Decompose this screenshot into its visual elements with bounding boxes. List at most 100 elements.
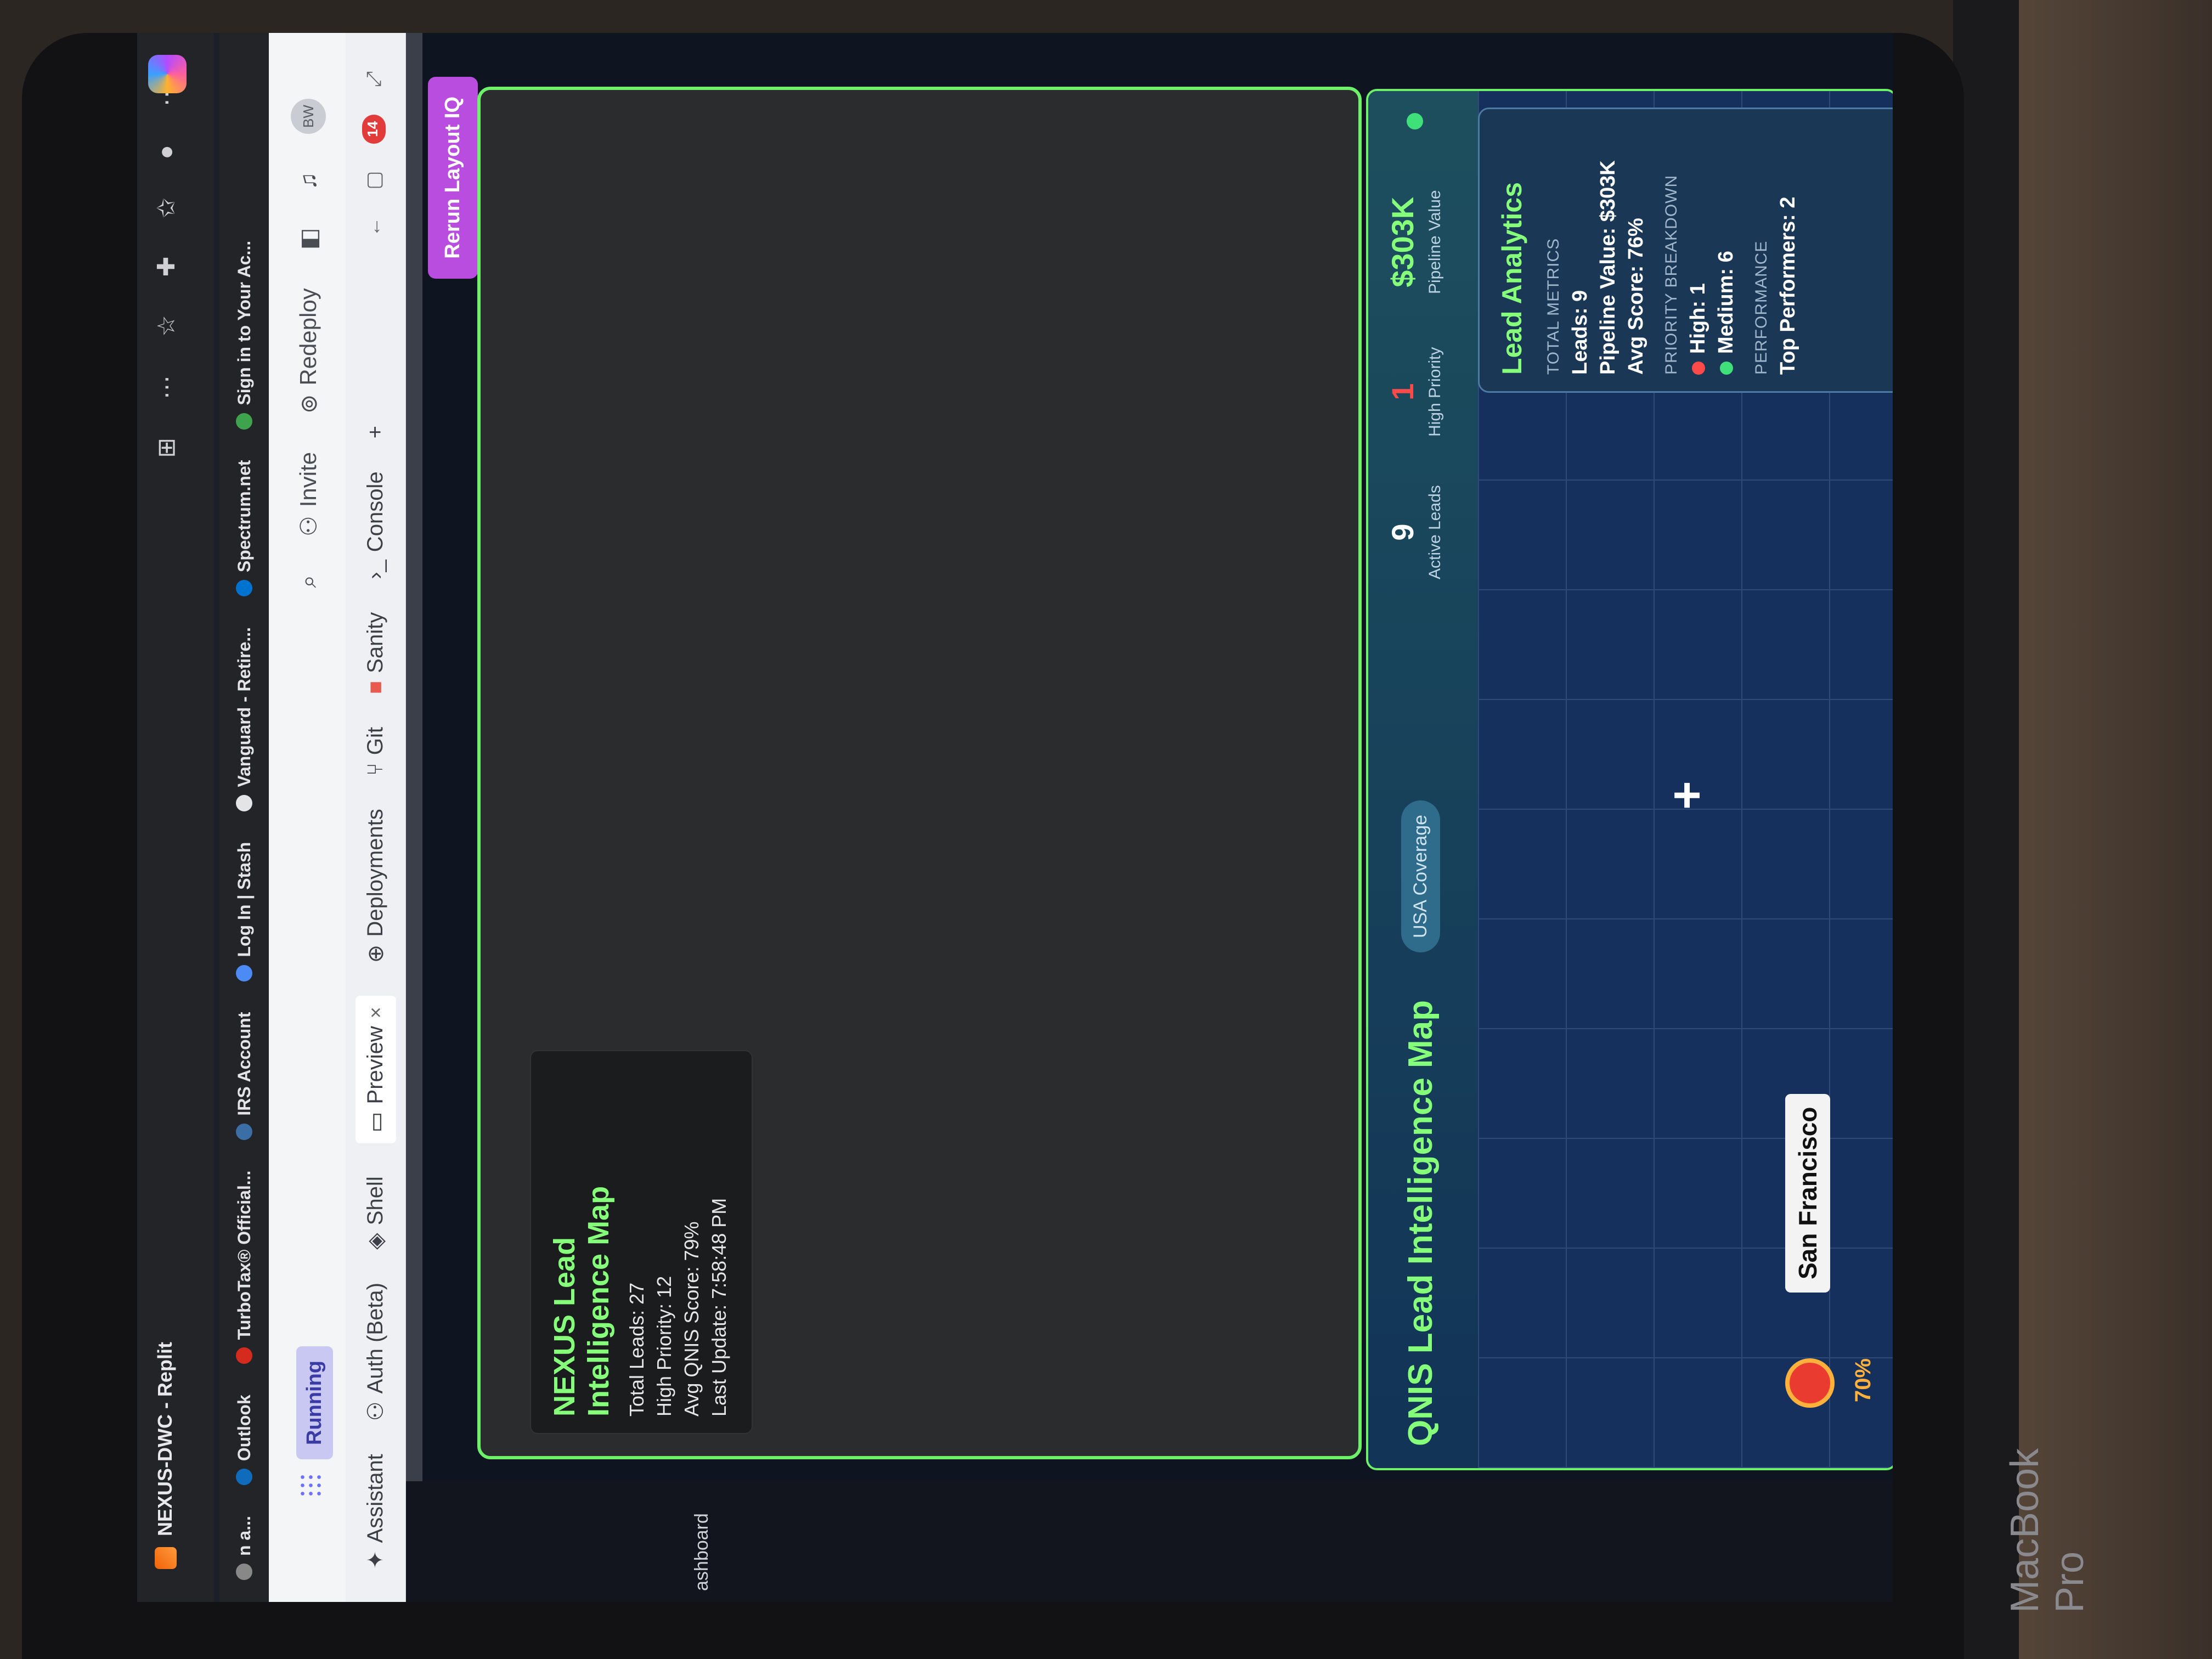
notification-badge[interactable]: 14 <box>362 114 386 144</box>
redeploy-button[interactable]: ⊚ Redeploy <box>295 288 322 414</box>
bookmark-item[interactable]: Sign in to Your Ac... <box>234 241 255 430</box>
shell-icon: ◈ <box>363 1233 388 1250</box>
bookmark-item[interactable]: Outlook <box>234 1395 255 1486</box>
high-dot-icon <box>1691 362 1705 375</box>
deploy-icon: ⊚ <box>295 394 321 414</box>
outlook-icon <box>236 1469 252 1486</box>
tab-label: Auth (Beta) <box>363 1283 387 1394</box>
analytics-title: Lead Analytics <box>1497 182 1527 375</box>
preview-controls: ← ▢ 14 ⤢ <box>362 71 386 237</box>
sparkle-icon: ✦ <box>363 1550 388 1569</box>
extensions-icon[interactable]: ✚ <box>153 256 180 276</box>
sidebar-label: ashboard <box>691 1513 712 1591</box>
replit-header: Running ⌕ ⚇ Invite ⊚ Redeploy ◧ ♫ BW <box>269 33 346 1602</box>
priority-medium: Medium: 6 <box>1714 126 1738 375</box>
new-tab-button[interactable]: + <box>363 426 388 438</box>
invite-button[interactable]: ⚇ Invite <box>295 452 322 537</box>
sanity-icon: ■ <box>363 680 387 695</box>
live-status-dot <box>1407 113 1423 129</box>
metric-avg: Avg Score: 76% <box>1624 218 1647 375</box>
stat-high-priority: 1 High Priority <box>1385 347 1444 437</box>
globe-icon: ⊕ <box>363 944 388 963</box>
tab-title[interactable]: NEXUS-DWC - Replit <box>154 1342 177 1536</box>
browser-tab-bar: NEXUS-DWC - Replit ⊞ ⋯ ☆ ✚ ✩ ● ⋯ <box>137 33 214 1602</box>
lead-analytics-panel: Lead Analytics TOTAL METRICS Leads: 9 Pi… <box>1478 108 1893 393</box>
coverage-badge[interactable]: USA Coverage <box>1401 800 1440 952</box>
marker-label: San Francisco <box>1785 1093 1830 1293</box>
bookmark-label: TurboTax® Official... <box>234 1170 254 1340</box>
rerun-layout-button[interactable]: Rerun Layout IQ <box>428 77 478 279</box>
git-icon: ⑂ <box>363 763 387 776</box>
more-icon[interactable]: ⋯ <box>153 375 180 399</box>
tab-sanity[interactable]: ■ Sanity <box>363 612 388 694</box>
bookmark-item[interactable]: n a... <box>234 1516 255 1580</box>
stat-label: Pipeline Value <box>1426 190 1444 294</box>
bookmark-label: Log In | Stash <box>234 842 254 957</box>
bookmark-item[interactable]: Spectrum.net <box>234 460 255 597</box>
bookmark-item[interactable]: Vanguard - Retire... <box>234 627 255 811</box>
tab-deployments[interactable]: ⊕ Deployments <box>363 809 388 963</box>
copilot-icon[interactable] <box>148 55 187 93</box>
metric-leads: Leads: 9 <box>1568 290 1592 375</box>
map-info-box: NEXUS Lead Intelligence Map Total Leads:… <box>530 1050 753 1434</box>
bookmarks-bar: n a... Outlook TurboTax® Official... IRS… <box>219 33 269 1602</box>
user-icon: ⚇ <box>363 1401 388 1421</box>
bookmark-label: n a... <box>234 1516 254 1556</box>
scrollbar[interactable] <box>406 33 422 1602</box>
bookmark-item[interactable]: TurboTax® Official... <box>234 1171 255 1364</box>
globe-icon <box>236 794 252 811</box>
lead-map-panel[interactable]: NEXUS Lead Intelligence Map Total Leads:… <box>477 87 1362 1459</box>
stat-active-leads: 9 Active Leads <box>1385 485 1444 579</box>
tab-preview[interactable]: ▭ Preview × <box>355 996 396 1144</box>
profile-icon[interactable]: ● <box>153 145 180 160</box>
tab-label: Preview <box>363 1026 387 1104</box>
total-leads: Total Leads: 27 <box>625 1282 648 1417</box>
device-brand: MacBook Pro <box>2003 1448 2092 1613</box>
terminal-icon: ›_ <box>363 560 387 579</box>
section-heading: PERFORMANCE <box>1752 240 1770 375</box>
last-update: Last Update: 7:58:48 PM <box>708 1198 730 1417</box>
running-status[interactable]: Running <box>296 1346 333 1459</box>
bell-icon[interactable]: ♫ <box>295 172 321 190</box>
tab-git[interactable]: ⑂ Git <box>363 727 388 776</box>
tab-assistant[interactable]: ✦ Assistant <box>363 1454 388 1569</box>
search-icon[interactable]: ⌕ <box>295 575 322 588</box>
tab-console[interactable]: ›_ Console <box>363 471 388 579</box>
bookmark-label: Vanguard - Retire... <box>234 627 254 787</box>
close-icon[interactable]: × <box>364 1007 387 1018</box>
marker-score: 70% <box>1851 1358 1875 1402</box>
star-icon[interactable]: ☆ <box>153 315 180 336</box>
favorites-icon[interactable]: ✩ <box>153 198 180 218</box>
map-marker-icon[interactable] <box>1785 1358 1835 1408</box>
signin-icon <box>236 413 252 430</box>
irs-icon <box>236 1123 252 1140</box>
stat-pipeline-value: $303K Pipeline Value <box>1385 190 1444 294</box>
bookmark-label: Outlook <box>234 1395 254 1462</box>
priority-medium-label: Medium: 6 <box>1714 251 1737 354</box>
left-pane: ashboard <box>406 1481 1893 1602</box>
avg-score: Avg QNIS Score: 79% <box>680 1221 703 1417</box>
monitor-icon: ▭ <box>363 1111 388 1133</box>
invite-label: Invite <box>295 452 321 507</box>
bookmark-label: Sign in to Your Ac... <box>234 240 254 405</box>
avatar[interactable]: BW <box>291 99 326 134</box>
section-heading: TOTAL METRICS <box>1544 238 1562 375</box>
panel-icon[interactable]: ◧ <box>295 228 322 250</box>
section-heading: PRIORITY BREAKDOWN <box>1662 174 1680 375</box>
bookmark-label: Spectrum.net <box>234 460 254 573</box>
bookmark-item[interactable]: Log In | Stash <box>234 842 255 981</box>
back-icon[interactable]: ← <box>362 217 386 237</box>
priority-high: High: 1 <box>1686 126 1710 375</box>
window-icon[interactable]: ▢ <box>362 171 386 190</box>
tab-auth[interactable]: ⚇ Auth (Beta) <box>363 1283 388 1421</box>
redeploy-label: Redeploy <box>295 288 321 386</box>
map-info-title: NEXUS Lead Intelligence Map <box>548 1186 615 1417</box>
qnis-map-panel: QNIS Lead Intelligence Map USA Coverage … <box>1366 89 1893 1470</box>
bookmark-item[interactable]: IRS Account <box>234 1012 255 1140</box>
tab-shell[interactable]: ◈ Shell <box>363 1176 388 1250</box>
workspace-tabs: ✦ Assistant ⚇ Auth (Beta) ◈ Shell ▭ Prev… <box>346 33 406 1602</box>
stat-label: High Priority <box>1426 347 1444 437</box>
apps-icon[interactable]: ⊞ <box>153 438 180 458</box>
qnis-title: QNIS Lead Intelligence Map <box>1402 1000 1440 1446</box>
external-link-icon[interactable]: ⤢ <box>362 71 386 87</box>
